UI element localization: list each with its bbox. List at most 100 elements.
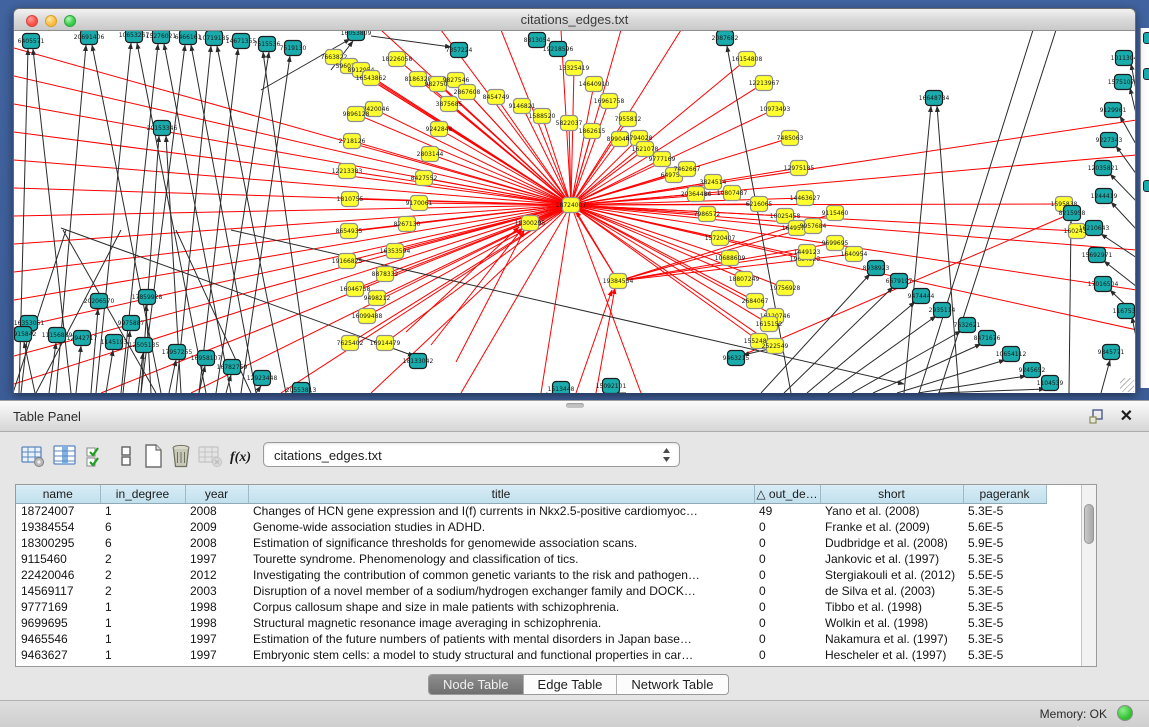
graph-edge [571, 205, 1135, 330]
delete-table-icon [197, 443, 223, 469]
graph-node-label: 15720407 [705, 235, 736, 242]
column-header-6[interactable]: pagerank [963, 485, 1046, 503]
graph-node-label: 17016504 [1088, 281, 1119, 288]
graph-edge [571, 205, 1135, 250]
float-panel-icon[interactable] [1089, 409, 1105, 424]
graph-node-label: 15692971 [1082, 252, 1113, 259]
graph-edge [24, 342, 35, 393]
graph-node-label: 18133042 [403, 358, 434, 365]
graph-edge [852, 331, 961, 393]
graph-edge [461, 205, 571, 393]
column-header-1[interactable]: in_degree [100, 485, 185, 503]
graph-node-label: 16914479 [370, 340, 401, 347]
graph-node-label: 7955812 [615, 116, 642, 123]
resize-grip[interactable] [1120, 378, 1134, 392]
graph-edge [176, 46, 211, 393]
graph-edge [576, 211, 618, 281]
table-row[interactable]: 911546021997Tourette syndrome. Phenomeno… [16, 551, 1046, 567]
graph-node-label: 7519130 [280, 45, 307, 52]
tab-edge-table[interactable]: Edge Table [524, 675, 618, 694]
network-view-window: citations_edges.txt 76638225960124891295… [13, 8, 1136, 393]
table-cell: Structural magnetic resonance image aver… [248, 615, 754, 631]
table-settings-icon[interactable] [20, 443, 46, 469]
table-cell: Jankovic et al. (1997) [820, 551, 963, 567]
scrollbar-thumb[interactable] [1084, 504, 1094, 544]
column-header-0[interactable]: name [16, 485, 100, 503]
graph-node-label: 9463215 [723, 355, 750, 362]
column-header-3[interactable]: title [248, 485, 754, 503]
graph-edge [1111, 202, 1135, 230]
graph-node-label: 19384554 [603, 278, 634, 285]
graph-node-label: 9170061 [406, 200, 433, 207]
graph-edge [14, 104, 571, 205]
select-all-icon[interactable] [84, 443, 110, 469]
table-cell: 5.3E-5 [963, 583, 1046, 599]
table-vertical-scrollbar[interactable] [1081, 485, 1096, 666]
column-header-4[interactable]: △ out_de… [754, 485, 820, 503]
table-body: 1872400712008Changes of HCN gene express… [16, 503, 1046, 663]
graph-edge [456, 231, 524, 362]
background-window-sliver [1140, 28, 1149, 388]
panel-drag-handle[interactable] [566, 403, 584, 408]
table-row[interactable]: 946554611997Estimation of the future num… [16, 631, 1046, 647]
tab-network-table[interactable]: Network Table [617, 675, 727, 694]
graph-node-label: 16210643 [1079, 225, 1110, 232]
delete-icon[interactable] [168, 443, 194, 469]
graph-edge [191, 45, 256, 393]
graph-node-label: 10973493 [760, 106, 791, 113]
graph-node-label: 6466161 [175, 34, 202, 41]
graph-node-label: 17859928 [132, 294, 163, 301]
graph-node-label: 16154808 [732, 56, 763, 63]
graph-node-label: 12505135 [129, 342, 160, 349]
show-column-icon[interactable] [52, 443, 78, 469]
graph-node-label: 9129961 [1100, 107, 1127, 114]
column-header-5[interactable]: short [820, 485, 963, 503]
window-titlebar[interactable]: citations_edges.txt [14, 9, 1135, 31]
graph-node-label: 15276021 [146, 33, 177, 40]
graph-node-label: 13325419 [559, 65, 590, 72]
graph-edge [571, 139, 620, 205]
graph-edge [571, 205, 641, 393]
graph-node-label: 1104539 [1037, 380, 1064, 387]
graph-node-label: 14671355 [226, 38, 257, 45]
graph-node-label: 8654935 [336, 228, 363, 235]
graph-node-label: 8267130 [394, 221, 421, 228]
column-header-2[interactable]: year [185, 485, 248, 503]
graph-edge [241, 56, 290, 393]
graph-node-label: 14640910 [579, 81, 610, 88]
table-row[interactable]: 1872400712008Changes of HCN gene express… [16, 503, 1046, 519]
table-row[interactable]: 977716911998Corpus callosum shape and si… [16, 599, 1046, 615]
graph-node-label: 9474444 [908, 293, 935, 300]
function-builder-icon[interactable]: f(x) [228, 443, 254, 469]
table-row[interactable]: 1830029562008Estimation of significance … [16, 535, 1046, 551]
graph-node-label: 3915842 [14, 331, 37, 338]
table-cell: 5.3E-5 [963, 599, 1046, 615]
table-cell: 0 [754, 599, 820, 615]
graph-edge [14, 205, 571, 300]
table-row[interactable]: 969969511998Structural magnetic resonanc… [16, 615, 1046, 631]
table-row[interactable]: 1456911722003Disruption of a novel membe… [16, 583, 1046, 599]
graph-node-label: 8471676 [974, 335, 1001, 342]
table-cell: 9777169 [16, 599, 100, 615]
svg-text:f(x): f(x) [230, 450, 251, 465]
graph-node-label: 9242848 [426, 126, 453, 133]
table-cell: Tibbo et al. (1998) [820, 599, 963, 615]
graph-node-label: 10807487 [717, 190, 748, 197]
table-cell: 1998 [185, 599, 248, 615]
table-row[interactable]: 2242004622012Investigating the contribut… [16, 567, 1046, 583]
application-desktop: citations_edges.txt 76638225960124891295… [0, 0, 1149, 727]
close-panel-icon[interactable]: ✕ [1120, 406, 1133, 426]
memory-ok-indicator[interactable] [1117, 705, 1133, 721]
graph-node-label: 16353594 [380, 248, 411, 255]
new-file-icon[interactable] [140, 443, 166, 469]
row-height-icon[interactable] [113, 443, 139, 469]
table-row[interactable]: 1938455462009Genome-wide association stu… [16, 519, 1046, 535]
graph-edge [49, 343, 56, 393]
graph-node-label: 5822037 [556, 120, 583, 127]
table-row[interactable]: 946362711997Embryonic stem cells: a mode… [16, 647, 1046, 663]
network-canvas[interactable]: 7663822596012489129541822605816543862818… [14, 31, 1135, 393]
table-cell: 1 [100, 631, 185, 647]
tab-node-table[interactable]: Node Table [429, 675, 524, 694]
graph-node-label: 9896128 [343, 111, 370, 118]
table-select-combobox[interactable]: citations_edges.txt [263, 442, 680, 467]
